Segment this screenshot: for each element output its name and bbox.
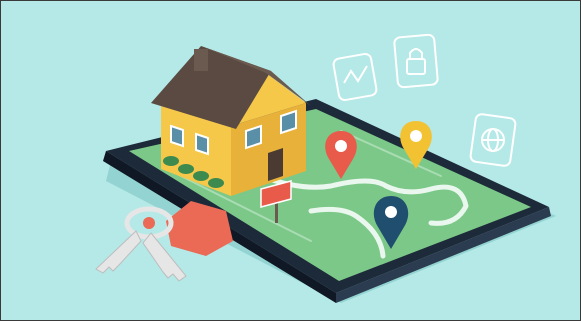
real-estate-app-illustration [95,33,556,303]
image-frame [0,0,581,321]
window [195,132,209,156]
chart-icon [332,52,378,102]
house [151,46,311,196]
window [280,109,297,135]
chimney [194,49,208,71]
lock-icon [393,33,439,89]
door [268,148,283,181]
globe-icon [469,113,517,167]
key [95,230,142,274]
window [245,124,262,150]
house-keys [95,201,233,282]
window [170,124,184,148]
illustration-canvas [11,11,570,310]
